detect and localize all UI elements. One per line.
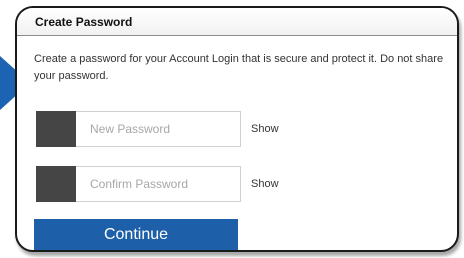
dialog-title: Create Password [35, 15, 133, 29]
new-password-show-toggle[interactable]: Show [251, 123, 279, 135]
confirm-password-show-toggle[interactable]: Show [251, 178, 279, 190]
screenshot-stage: Create Password Create a password for yo… [0, 0, 464, 258]
create-password-dialog: Create Password Create a password for yo… [15, 6, 459, 252]
confirm-password-field-icon [36, 166, 76, 202]
new-password-field-icon [36, 111, 76, 147]
continue-button[interactable]: Continue [34, 219, 238, 250]
confirm-password-row: Show [36, 166, 279, 202]
new-password-row: Show [36, 111, 279, 147]
dialog-description: Create a password for your Account Login… [34, 53, 444, 82]
dialog-header: Create Password [17, 8, 457, 36]
new-password-input[interactable] [76, 111, 241, 147]
confirm-password-input[interactable] [76, 166, 241, 202]
